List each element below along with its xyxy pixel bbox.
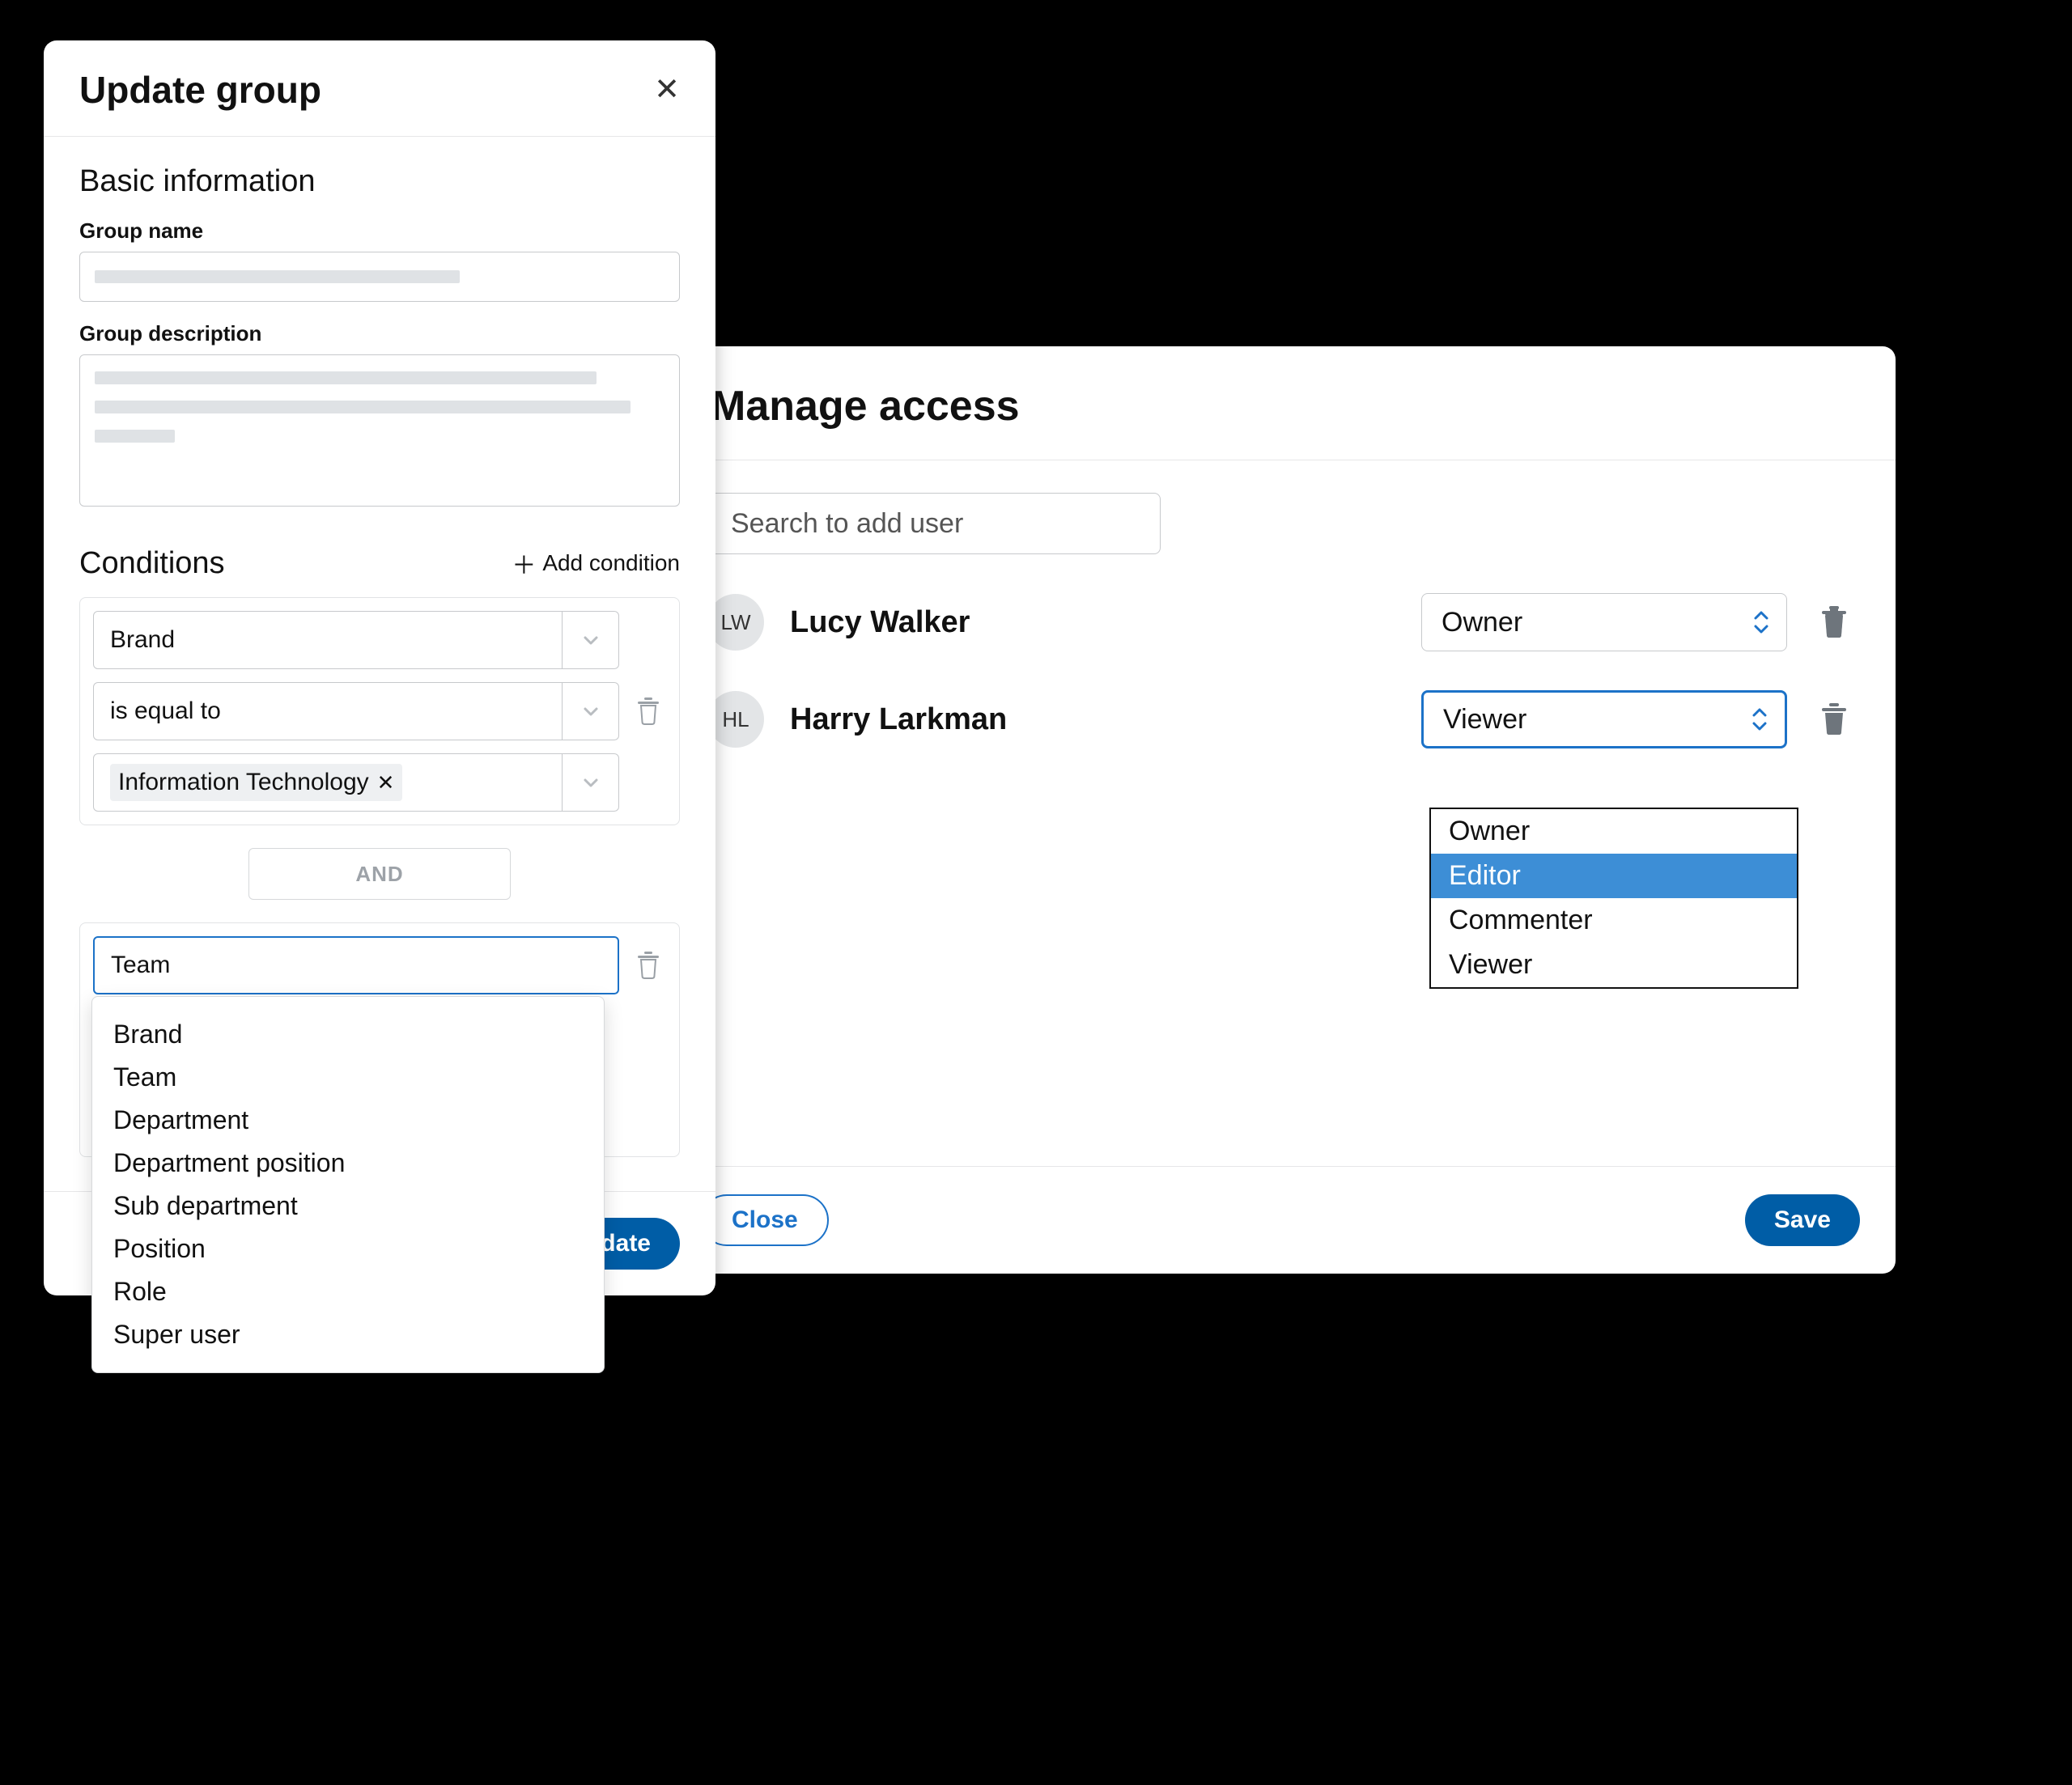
manage-access-title: Manage access: [711, 382, 1850, 430]
role-option-viewer[interactable]: Viewer: [1431, 943, 1797, 987]
field-option[interactable]: Brand: [92, 1013, 604, 1056]
role-option-commenter[interactable]: Commenter: [1431, 898, 1797, 943]
manage-access-header: Manage access: [665, 346, 1896, 460]
avatar: LW: [707, 594, 764, 651]
save-button[interactable]: Save: [1745, 1194, 1860, 1246]
search-user-input[interactable]: Search to add user: [707, 493, 1161, 554]
section-basic-information: Basic information: [79, 164, 680, 199]
manage-access-dialog: Manage access Search to add user LW Lucy…: [665, 346, 1896, 1274]
user-name: Harry Larkman: [783, 702, 1402, 737]
condition-value-chip-wrap: Information Technology ✕: [94, 754, 562, 811]
role-option-editor[interactable]: Editor: [1431, 854, 1797, 898]
field-option[interactable]: Department: [92, 1099, 604, 1142]
condition-field-value: Brand: [94, 612, 562, 668]
plus-icon: ＋: [512, 545, 536, 581]
trash-icon: [1819, 606, 1849, 638]
access-row: HL Harry Larkman Viewer: [707, 690, 1853, 748]
role-option-owner[interactable]: Owner: [1431, 809, 1797, 854]
field-option[interactable]: Sub department: [92, 1185, 604, 1227]
condition-field-dropdown[interactable]: Brand Team Department Department positio…: [91, 996, 605, 1373]
update-group-body: Basic information Group name Group descr…: [44, 137, 715, 1191]
condition-value-select[interactable]: Information Technology ✕: [93, 753, 619, 812]
close-icon[interactable]: ✕: [654, 74, 680, 105]
role-dropdown[interactable]: Owner Editor Commenter Viewer: [1429, 808, 1798, 989]
condition-block: Brand is equal to Information Technology…: [79, 597, 680, 825]
value-chip[interactable]: Information Technology ✕: [110, 764, 402, 801]
field-option[interactable]: Super user: [92, 1313, 604, 1356]
manage-access-footer: Close Save: [665, 1166, 1896, 1274]
role-select-value: Owner: [1441, 607, 1522, 638]
update-group-panel: Update group ✕ Basic information Group n…: [44, 40, 715, 1295]
label-group-name: Group name: [79, 218, 680, 244]
chip-remove-icon[interactable]: ✕: [377, 772, 395, 793]
group-description-input[interactable]: [79, 354, 680, 507]
chevron-down-icon: [562, 754, 618, 811]
access-row: LW Lucy Walker Owner: [707, 593, 1853, 651]
role-select[interactable]: Owner: [1421, 593, 1787, 651]
condition-operator-select[interactable]: is equal to: [93, 682, 619, 740]
stepper-icon: [1752, 609, 1770, 635]
role-select-value: Viewer: [1443, 704, 1526, 736]
section-conditions: Conditions: [79, 546, 225, 581]
value-chip-label: Information Technology: [118, 769, 369, 796]
user-name: Lucy Walker: [783, 605, 1402, 640]
delete-condition-button[interactable]: [631, 611, 666, 812]
search-user-placeholder: Search to add user: [731, 508, 963, 540]
condition-field-select[interactable]: Brand: [93, 611, 619, 669]
label-group-description: Group description: [79, 321, 680, 346]
update-group-header: Update group ✕: [44, 40, 715, 137]
chevron-down-icon: [562, 683, 618, 740]
remove-user-button[interactable]: [1815, 603, 1853, 642]
section-conditions-header: Conditions ＋ Add condition: [79, 545, 680, 581]
trash-icon: [636, 952, 660, 979]
role-select[interactable]: Viewer: [1421, 690, 1787, 748]
field-option[interactable]: Department position: [92, 1142, 604, 1185]
group-name-input[interactable]: [79, 252, 680, 302]
delete-condition-button[interactable]: [631, 936, 666, 994]
add-condition-label: Add condition: [542, 550, 680, 576]
remove-user-button[interactable]: [1815, 700, 1853, 739]
add-condition-button[interactable]: ＋ Add condition: [512, 545, 680, 581]
update-group-title: Update group: [79, 68, 321, 112]
field-option[interactable]: Role: [92, 1270, 604, 1313]
field-option[interactable]: Team: [92, 1056, 604, 1099]
trash-icon: [636, 697, 660, 725]
condition-field-select[interactable]: Team: [93, 936, 619, 994]
chevron-down-icon: [562, 612, 618, 668]
avatar: HL: [707, 691, 764, 748]
condition-block: Team Brand Team Department Department po…: [79, 922, 680, 1157]
condition-field-value: Team: [95, 938, 618, 993]
condition-operator-value: is equal to: [94, 683, 562, 740]
stepper-icon: [1751, 706, 1768, 732]
close-button[interactable]: Close: [701, 1194, 829, 1246]
trash-icon: [1819, 703, 1849, 736]
logic-operator[interactable]: AND: [248, 848, 511, 900]
field-option[interactable]: Position: [92, 1227, 604, 1270]
